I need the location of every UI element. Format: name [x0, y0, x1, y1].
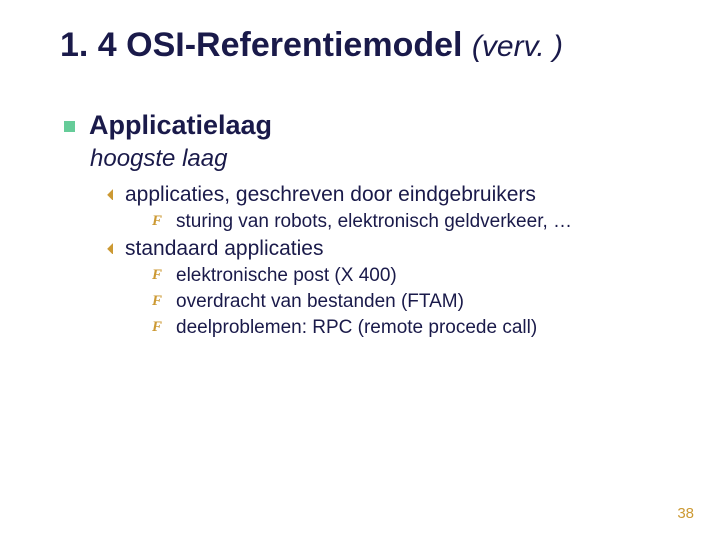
section-heading: Applicatielaag — [89, 110, 272, 141]
sub-list-item: F deelproblemen: RPC (remote procede cal… — [152, 317, 680, 339]
f-bullet-icon: F — [152, 319, 164, 336]
sub-list-item: F elektronische post (X 400) — [152, 265, 680, 287]
page-number: 38 — [677, 505, 694, 522]
sub-list-item-label: deelproblemen: RPC (remote procede call) — [176, 317, 537, 339]
slide: 1. 4 OSI-Referentiemodel (verv. ) Applic… — [0, 0, 720, 540]
section-subtitle: hoogste laag — [90, 145, 680, 173]
section-heading-row: Applicatielaag — [64, 110, 680, 141]
list-item: standaard applicaties — [102, 237, 680, 261]
f-bullet-icon: F — [152, 267, 164, 284]
sub-list-item: F sturing van robots, elektronisch geldv… — [152, 211, 680, 233]
sub-list-item-label: overdracht van bestanden (FTAM) — [176, 291, 464, 313]
f-bullet-icon: F — [152, 293, 164, 310]
diamond-bullet-icon — [102, 243, 113, 254]
list-item-label: standaard applicaties — [125, 237, 323, 261]
list-item-label: applicaties, geschreven door eindgebruik… — [125, 183, 536, 207]
sub-list-item-label: sturing van robots, elektronisch geldver… — [176, 211, 572, 233]
sub-list-item: F overdracht van bestanden (FTAM) — [152, 291, 680, 313]
slide-body: Applicatielaag hoogste laag applicaties,… — [64, 110, 680, 341]
square-bullet-icon — [64, 121, 75, 132]
f-bullet-icon: F — [152, 213, 164, 230]
title-main: 1. 4 OSI-Referentiemodel — [60, 26, 472, 64]
list-item: applicaties, geschreven door eindgebruik… — [102, 183, 680, 207]
diamond-bullet-icon — [102, 189, 113, 200]
title-continuation: (verv. ) — [472, 30, 563, 63]
slide-title: 1. 4 OSI-Referentiemodel (verv. ) — [60, 26, 563, 65]
sub-list-item-label: elektronische post (X 400) — [176, 265, 397, 287]
